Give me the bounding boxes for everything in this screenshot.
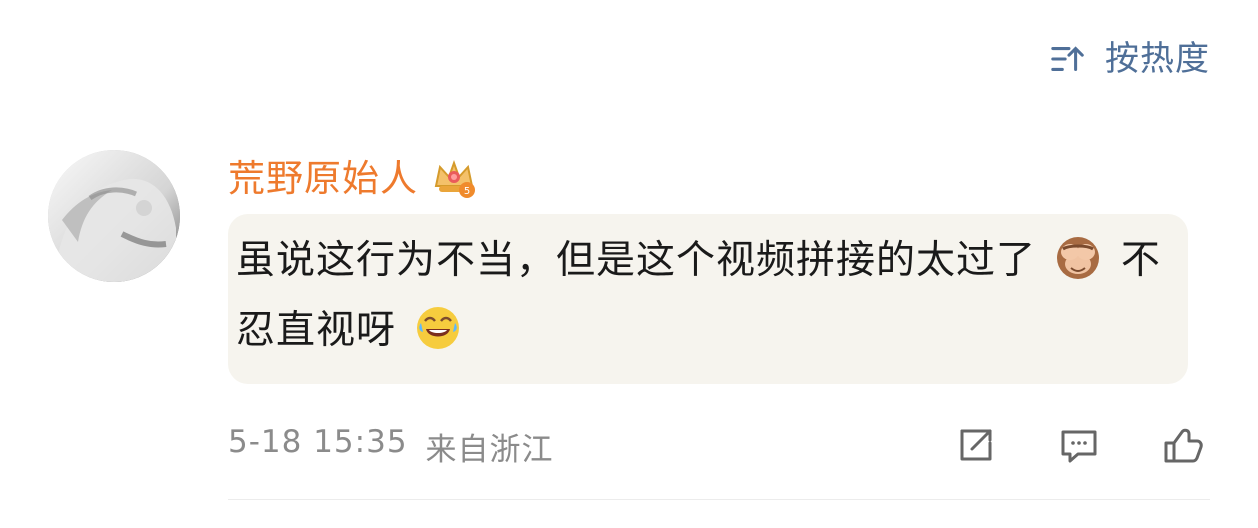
comment-content: 虽说这行为不当，但是这个视频拼接的太过了 不忍直视呀 xyxy=(236,226,1168,366)
comment-header: 荒野原始人 5 xyxy=(228,150,1212,206)
comment-icon[interactable] xyxy=(1054,421,1104,471)
comment-actions xyxy=(950,421,1208,471)
comment-card: 荒野原始人 5 虽说这行为不当，但是这个视频拼接的太过了 不忍直视呀 xyxy=(228,150,1212,384)
laughing-tears-emoji xyxy=(417,307,460,349)
sort-button[interactable]: 按热度 xyxy=(1049,40,1210,78)
thumbs-up-icon[interactable] xyxy=(1158,421,1208,471)
username[interactable]: 荒野原始人 xyxy=(228,160,418,197)
comment-meta: 5-18 15:35 来自浙江 xyxy=(228,424,554,469)
share-icon[interactable] xyxy=(950,421,1000,471)
divider-line xyxy=(228,499,1210,500)
see-no-evil-monkey-emoji xyxy=(1057,237,1100,279)
crown-level-5-icon: 5 xyxy=(434,160,475,198)
svg-text:5: 5 xyxy=(464,186,470,197)
sort-label: 按热度 xyxy=(1105,39,1210,79)
sort-icon xyxy=(1051,46,1084,71)
comment-bubble: 虽说这行为不当，但是这个视频拼接的太过了 不忍直视呀 xyxy=(228,214,1188,384)
avatar[interactable] xyxy=(48,150,180,282)
comment-footer: 5-18 15:35 来自浙江 xyxy=(228,418,1212,474)
comment-text-part-1: 虽说这行为不当，但是这个视频拼接的太过了 xyxy=(236,238,1037,283)
comment-date: 5-18 15:35 xyxy=(228,423,408,460)
comment-location: 来自浙江 xyxy=(425,431,554,468)
